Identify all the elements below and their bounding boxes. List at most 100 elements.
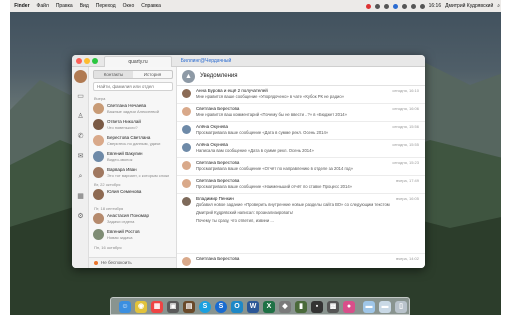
notification-item[interactable]: Светлана Берестова Просматривала ваше со…: [177, 158, 425, 176]
menu-finder[interactable]: Finder: [14, 3, 29, 9]
apple-menu-icon[interactable]: ●: [4, 0, 8, 12]
notification-author: Анна Бурова и ещё 2 получателей: [196, 88, 268, 93]
notification-author: Алёна Окунева: [196, 124, 228, 129]
close-window-button[interactable]: [76, 58, 82, 64]
contact-name: Светлана Нечаева: [107, 103, 147, 108]
battery-icon[interactable]: [419, 3, 425, 9]
notification-text: Просматривала ваше сообщение «Наименьший…: [196, 184, 352, 189]
notification-author: Светлана Берестова: [196, 178, 240, 183]
notification-text: Написала вам сообщение «Дата в сумме рек…: [196, 148, 314, 153]
contact-item[interactable]: Светлана Нечаева Важные задачи Алексеево…: [92, 102, 174, 117]
photo-icon[interactable]: ▣: [167, 301, 179, 313]
excel-icon[interactable]: X: [263, 301, 275, 313]
menu-help[interactable]: Справка: [141, 3, 161, 9]
contacts-icon[interactable]: ♙: [75, 111, 86, 122]
status-app-icon[interactable]: [365, 3, 371, 9]
notification-center-icon[interactable]: ≡: [504, 3, 507, 9]
notification-quote: Дмитрий Кудрявский написал: проанализиро…: [196, 210, 294, 215]
zoom-window-button[interactable]: [92, 58, 98, 64]
folder-icon[interactable]: ▬: [379, 301, 391, 313]
tab-quarty[interactable]: quarty.ru: [104, 56, 172, 67]
contact-name: Ответа Николай: [107, 119, 141, 124]
calendar-icon[interactable]: ▦: [151, 301, 163, 313]
avatar: [182, 89, 191, 98]
status-selector[interactable]: Не беспокоить: [89, 257, 176, 268]
notification-author: Светлана Берестова: [196, 160, 240, 165]
phone-icon[interactable]: ✆: [75, 131, 86, 142]
avatar: [182, 125, 191, 134]
notification-text: Добавил новое задание «Проверить внутрен…: [196, 202, 390, 207]
spotlight-icon[interactable]: ⌕: [497, 3, 500, 9]
search-icon[interactable]: ⌕: [75, 171, 86, 182]
avatar: [93, 119, 104, 130]
wifi-icon[interactable]: [401, 3, 407, 9]
contact-name: Варвара Иван: [107, 167, 137, 172]
avatar: [93, 151, 104, 162]
status-app-icon[interactable]: [374, 3, 380, 9]
mail-icon[interactable]: ✉: [75, 151, 86, 162]
app-icon[interactable]: ◆: [279, 301, 291, 313]
user-name[interactable]: Дмитрий Кудрявский: [445, 3, 493, 9]
contact-item[interactable]: Евгений Ростов Новая задача: [92, 228, 174, 243]
app-icon[interactable]: ▩: [327, 301, 339, 313]
menu-window[interactable]: Окно: [123, 3, 135, 9]
notification-author: Алёна Окунева: [196, 142, 228, 147]
contact-item[interactable]: Анастасия Пономар Задачи отдела: [92, 212, 174, 227]
contact-item[interactable]: Евгений Вакулин Видео-звонок: [92, 150, 174, 165]
desktop: ● Finder Файл Правка Вид Переход Окно Сп…: [0, 0, 511, 315]
outlook-icon[interactable]: O: [231, 301, 243, 313]
folder-icon[interactable]: ▬: [363, 301, 375, 313]
status-app-icon[interactable]: [383, 3, 389, 9]
notification-text: Мне нравится ваше сообщение «Упорядочено…: [196, 94, 345, 99]
trash-icon[interactable]: ▯: [395, 301, 407, 313]
tab-contacts[interactable]: Контакты: [94, 71, 133, 78]
notification-item[interactable]: Светлана Берестова Мне нравится ваш комм…: [177, 104, 425, 122]
s-icon[interactable]: S: [215, 301, 227, 313]
contact-name: Евгений Вакулин: [107, 151, 143, 156]
user-avatar[interactable]: [74, 70, 87, 83]
volume-icon[interactable]: [410, 3, 416, 9]
avatar: [182, 197, 191, 206]
minimize-window-button[interactable]: [84, 58, 90, 64]
contact-subtitle: Важные задачи Алексеевой: [107, 109, 159, 114]
notifications-panel: ▲ Уведомления Анна Бурова и ещё 2 получа…: [177, 67, 425, 268]
chrome-icon[interactable]: ◉: [135, 301, 147, 313]
menu-file[interactable]: Файл: [37, 3, 49, 9]
notification-time: сегодня, 15:23: [392, 160, 419, 165]
terminal-icon[interactable]: ▪: [311, 301, 323, 313]
notification-item[interactable]: Анна Бурова и ещё 2 получателей Мне нрав…: [177, 86, 425, 104]
contact-subtitle: Задачи отдела: [107, 219, 135, 224]
contact-item[interactable]: Варвара Иван Это тот вариант, с которым …: [92, 166, 174, 181]
tab-history[interactable]: История: [133, 71, 172, 78]
contact-subtitle: Что новенького?: [107, 125, 138, 130]
calendar-icon[interactable]: ▦: [75, 191, 86, 202]
notification-item[interactable]: Владимир Пенкин Добавил новое задание «П…: [177, 194, 425, 254]
tab-billing[interactable]: Биллинг@Чердачный: [172, 56, 240, 67]
clock[interactable]: 16:16: [429, 3, 442, 9]
settings-icon[interactable]: ⚙: [75, 211, 86, 222]
contacts-search-input[interactable]: [93, 82, 173, 91]
app-icon[interactable]: ▮: [295, 301, 307, 313]
notification-item[interactable]: Алёна Окунева Просматривала ваше сообщен…: [177, 122, 425, 140]
notification-item[interactable]: Алёна Окунева Написала вам сообщение «Да…: [177, 140, 425, 158]
page-title: Уведомления: [200, 73, 238, 79]
skype-icon[interactable]: S: [199, 301, 211, 313]
avatar: [93, 103, 104, 114]
menu-view[interactable]: Вид: [80, 3, 89, 9]
menu-edit[interactable]: Правка: [56, 3, 73, 9]
menu-go[interactable]: Переход: [96, 3, 116, 9]
notification-quote: Почему ты сразу, что ответил, извини ...: [196, 218, 274, 223]
contact-item[interactable]: Берестова Светлана Сверьтесь по данным, …: [92, 134, 174, 149]
chat-icon[interactable]: ▭: [75, 91, 86, 102]
app-icon[interactable]: ●: [343, 301, 355, 313]
contact-item[interactable]: Ответа Николай Что новенького?: [92, 118, 174, 133]
notification-item[interactable]: Светлана Берестова вчера, 14:02: [177, 254, 425, 268]
notification-item[interactable]: Светлана Берестова Просматривала ваше со…: [177, 176, 425, 194]
contact-item[interactable]: Юлия Семенова: [92, 188, 174, 203]
app-icon[interactable]: ▤: [183, 301, 195, 313]
notification-time: вчера, 16:05: [396, 196, 419, 201]
word-icon[interactable]: W: [247, 301, 259, 313]
navigation-rail: ▭ ♙ ✆ ✉ ⌕ ▦ ⚙: [72, 67, 89, 268]
finder-icon[interactable]: ☺: [119, 301, 131, 313]
status-app-icon[interactable]: [392, 3, 398, 9]
